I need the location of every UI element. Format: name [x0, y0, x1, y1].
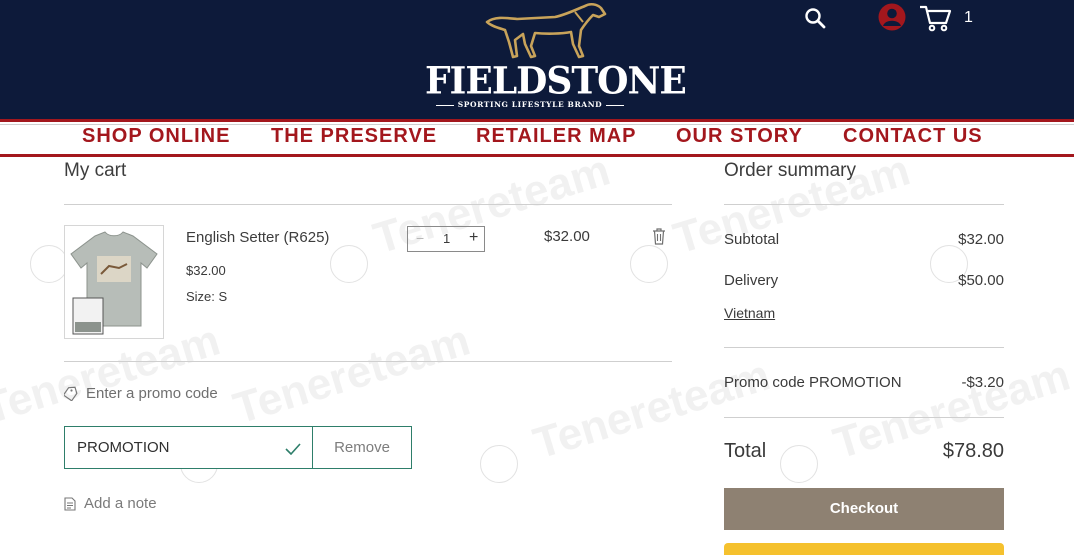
- divider: [724, 204, 1004, 205]
- add-note-link[interactable]: Add a note: [84, 495, 157, 512]
- subtotal-label: Subtotal: [724, 231, 780, 248]
- divider: [724, 417, 1004, 418]
- product-thumbnail[interactable]: [64, 225, 164, 339]
- promo-discount-label: Promo code PROMOTION: [724, 374, 902, 391]
- tag-icon[interactable]: [62, 385, 78, 402]
- watermark: Tenereteam: [368, 145, 616, 264]
- tshirt-icon: [70, 231, 158, 335]
- decrease-quantity-button[interactable]: −: [416, 230, 424, 246]
- account-icon[interactable]: [878, 3, 906, 31]
- line-total: $32.00: [544, 228, 590, 245]
- checkout-button[interactable]: Checkout: [724, 488, 1004, 530]
- nav-retailer-map[interactable]: RETAILER MAP: [476, 125, 637, 148]
- remove-promo-button[interactable]: Remove: [313, 426, 412, 469]
- quantity-value[interactable]: 1: [443, 231, 450, 246]
- note-icon[interactable]: [64, 497, 76, 511]
- brand-name: FIELDSTONE: [425, 58, 687, 104]
- watermark-seal-icon: [30, 245, 68, 283]
- cart-icon[interactable]: [919, 4, 953, 32]
- product-size: Size: S: [186, 289, 228, 304]
- promo-code-value: PROMOTION: [77, 439, 170, 456]
- promo-discount-value: -$3.20: [961, 374, 1004, 391]
- divider: [724, 347, 1004, 348]
- setter-dog-icon: [485, 2, 607, 59]
- watermark-seal-icon: [480, 445, 518, 483]
- total-value: $78.80: [942, 440, 1004, 462]
- quantity-stepper[interactable]: − 1 +: [407, 226, 485, 252]
- product-name[interactable]: English Setter (R625): [186, 229, 329, 246]
- trash-icon[interactable]: [651, 227, 667, 245]
- subtotal-value: $32.00: [958, 231, 1004, 248]
- watermark-seal-icon: [630, 245, 668, 283]
- search-icon[interactable]: [804, 7, 826, 29]
- divider: [64, 361, 672, 362]
- order-summary-title: Order summary: [724, 160, 856, 181]
- increase-quantity-button[interactable]: +: [469, 229, 478, 247]
- enter-promo-code-link[interactable]: Enter a promo code: [86, 385, 218, 402]
- watermark: Tenereteam: [228, 315, 476, 434]
- checkmark-icon: [285, 442, 301, 456]
- watermark-seal-icon: [780, 445, 818, 483]
- nav-shop-online[interactable]: SHOP ONLINE: [82, 125, 230, 148]
- promo-code-field[interactable]: PROMOTION: [64, 426, 313, 469]
- watermark-seal-icon: [330, 245, 368, 283]
- delivery-country-link[interactable]: Vietnam: [724, 305, 775, 321]
- nav-contact-us[interactable]: CONTACT US: [843, 125, 983, 148]
- total-label: Total: [724, 440, 767, 462]
- cart-title: My cart: [64, 160, 127, 181]
- product-unit-price: $32.00: [186, 263, 226, 278]
- paypal-button[interactable]: [724, 543, 1004, 555]
- delivery-value: $50.00: [958, 272, 1004, 289]
- brand-tagline: SPORTING LIFESTYLE BRAND: [425, 100, 635, 109]
- fieldstone-logo[interactable]: FIELDSTONE SPORTING LIFESTYLE BRAND: [425, 0, 687, 119]
- divider: [64, 204, 672, 205]
- nav-the-preserve[interactable]: THE PRESERVE: [271, 125, 437, 148]
- site-header: FIELDSTONE SPORTING LIFESTYLE BRAND 1: [0, 0, 1074, 119]
- cart-count: 1: [964, 9, 973, 26]
- delivery-label: Delivery: [724, 272, 779, 289]
- nav-our-story[interactable]: OUR STORY: [676, 125, 803, 148]
